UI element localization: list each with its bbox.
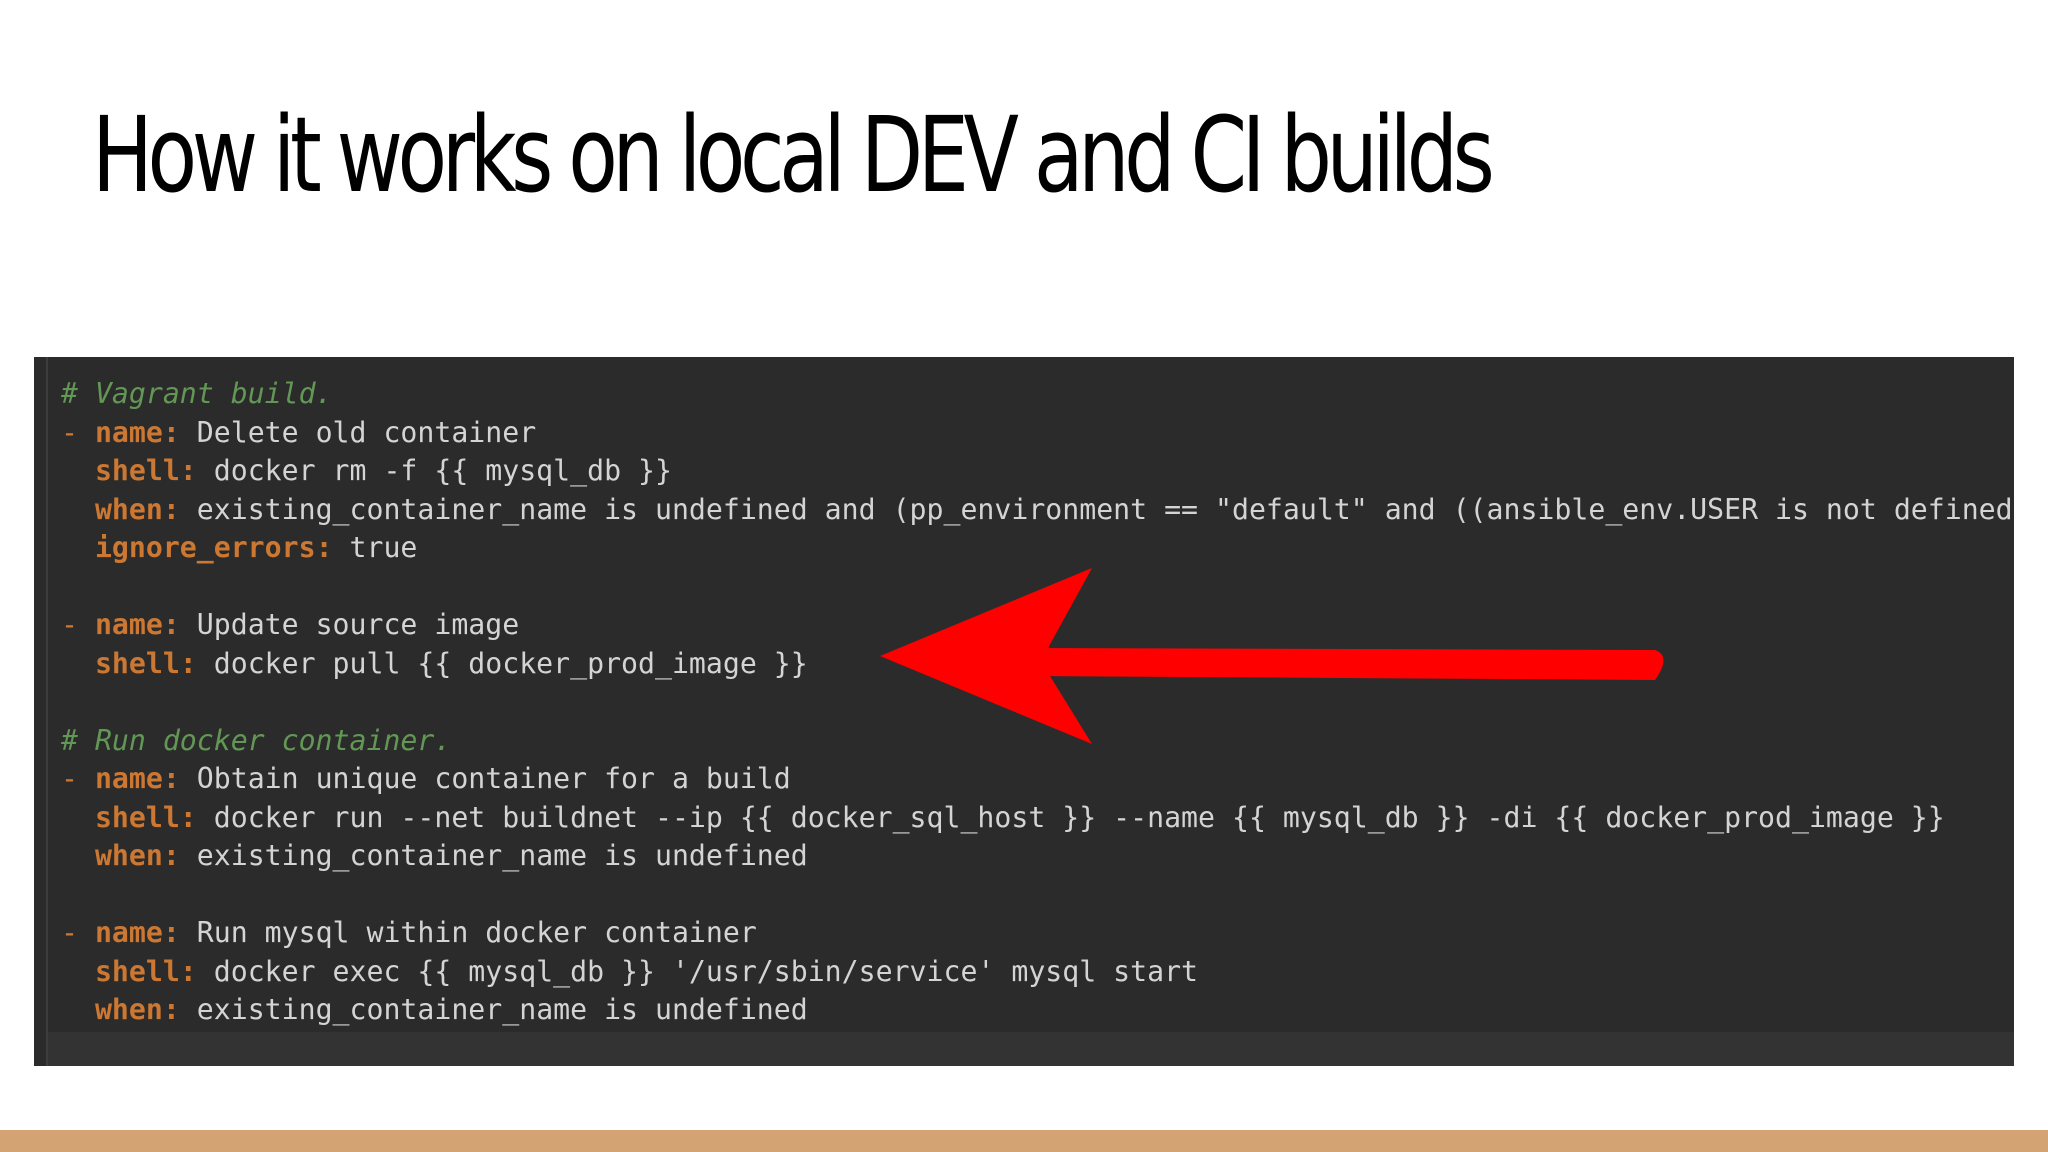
code-line: - name: Run mysql within docker containe… <box>61 914 2013 953</box>
code-list-marker <box>61 454 95 487</box>
code-key: name: <box>94 608 180 641</box>
code-line: shell: docker rm -f {{ mysql_db }} <box>61 452 2013 491</box>
code-value: docker rm -f {{ mysql_db }} <box>196 454 672 487</box>
code-line: ignore_errors: true <box>61 529 2013 568</box>
code-value: docker pull {{ docker_prod_image }} <box>196 646 808 680</box>
code-list-marker <box>61 955 95 988</box>
code-value: existing_container_name is undefined <box>179 993 808 1026</box>
code-value: Update source image <box>179 608 520 641</box>
code-value: existing_container_name is undefined <box>179 839 808 872</box>
code-list-marker <box>61 839 95 872</box>
code-line: when: existing_container_name is undefin… <box>61 491 2013 530</box>
code-key: shell: <box>94 646 197 680</box>
code-line: - name: Obtain unique container for a bu… <box>61 760 2013 799</box>
code-line: when: existing_container_name is undefin… <box>61 991 2013 1030</box>
code-line: - name: Delete old container <box>61 414 2013 453</box>
code-line: when: existing_container_name is undefin… <box>61 837 2013 876</box>
code-value: Delete old container <box>179 415 537 449</box>
code-value: docker exec {{ mysql_db }} '/usr/sbin/se… <box>196 954 1199 988</box>
code-list-marker <box>61 531 95 564</box>
code-key: shell: <box>94 954 197 988</box>
code-line: # Vagrant build. <box>61 375 2013 414</box>
code-key: ignore_errors: <box>94 531 333 564</box>
code-comment: # Vagrant build. <box>61 377 333 410</box>
code-list-marker: - <box>61 608 95 641</box>
left-arrow-icon <box>880 568 1664 744</box>
code-key: when: <box>94 839 180 872</box>
code-key: name: <box>94 762 180 795</box>
code-key: name: <box>94 916 180 949</box>
code-list-marker <box>61 647 95 680</box>
code-list-marker: - <box>61 415 95 449</box>
slide-title: How it works on local DEV and CI builds <box>92 94 1495 216</box>
code-value: true <box>332 531 418 564</box>
code-value: existing_container_name is undefined and… <box>179 492 2013 526</box>
code-line: shell: docker run --net buildnet --ip {{… <box>61 799 2013 838</box>
code-list-marker <box>61 993 95 1026</box>
code-key: when: <box>94 993 180 1026</box>
code-list-marker <box>61 801 95 834</box>
code-key: when: <box>94 492 180 526</box>
code-list-marker: - <box>61 916 95 949</box>
code-key: shell: <box>94 454 197 487</box>
code-key: name: <box>94 415 180 449</box>
code-list-marker: - <box>61 762 95 795</box>
gutter-divider <box>46 357 48 1066</box>
arrow-shaft <box>1030 648 1664 680</box>
code-key: shell: <box>94 800 197 834</box>
code-line: shell: docker exec {{ mysql_db }} '/usr/… <box>61 953 2013 992</box>
code-bottom-strip <box>48 1032 2014 1066</box>
code-value: Run mysql within docker container <box>179 916 757 949</box>
code-value: docker run --net buildnet --ip {{ docker… <box>196 800 1945 834</box>
code-list-marker <box>61 493 95 526</box>
code-comment: # Run docker container. <box>61 723 452 757</box>
code-value: Obtain unique container for a build <box>179 762 791 795</box>
footer-bar <box>0 1130 2048 1152</box>
